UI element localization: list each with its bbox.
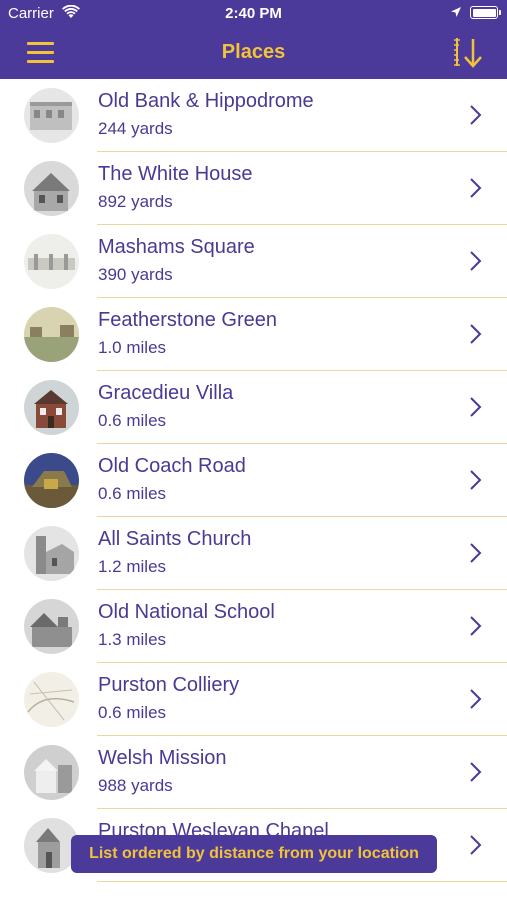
list-item[interactable]: Featherstone Green 1.0 miles xyxy=(0,298,507,371)
list-item[interactable]: All Saints Church 1.2 miles xyxy=(0,517,507,590)
list-item[interactable]: Old Coach Road 0.6 miles xyxy=(0,444,507,517)
page-title: Places xyxy=(221,41,286,63)
place-distance: 1.0 miles xyxy=(98,338,167,357)
sort-toast: List ordered by distance from your locat… xyxy=(71,835,437,873)
chevron-right-icon xyxy=(470,762,482,782)
place-distance: 390 yards xyxy=(98,265,173,284)
place-distance: 1.3 miles xyxy=(98,630,167,649)
battery-icon xyxy=(470,6,501,19)
list-item[interactable]: The White House 892 yards xyxy=(0,152,507,225)
place-distance: 988 yards xyxy=(98,776,173,795)
place-name: The White House xyxy=(98,163,253,185)
chevron-right-icon xyxy=(470,543,482,563)
chevron-right-icon xyxy=(470,105,482,125)
chevron-right-icon xyxy=(470,324,482,344)
navigation-bar: Places xyxy=(0,28,507,79)
place-thumbnail xyxy=(24,672,79,727)
place-thumbnail xyxy=(24,599,79,654)
chevron-right-icon xyxy=(470,616,482,636)
location-arrow-icon xyxy=(451,7,461,17)
place-name: All Saints Church xyxy=(98,528,252,550)
place-thumbnail xyxy=(24,234,79,289)
clock: 2:40 PM xyxy=(225,5,282,22)
chevron-right-icon xyxy=(470,689,482,709)
place-distance: 244 yards xyxy=(98,119,173,138)
place-thumbnail xyxy=(24,88,79,143)
header-bar: Carrier 2:40 PM Places xyxy=(0,0,507,79)
sort-descending-icon[interactable] xyxy=(448,34,488,72)
chevron-right-icon xyxy=(470,178,482,198)
list-item[interactable]: Mashams Square 390 yards xyxy=(0,225,507,298)
place-thumbnail xyxy=(24,307,79,362)
place-thumbnail xyxy=(24,380,79,435)
place-thumbnail xyxy=(24,745,79,800)
place-name: Old Bank & Hippodrome xyxy=(98,90,314,112)
chevron-right-icon xyxy=(470,835,482,855)
status-bar: Carrier 2:40 PM xyxy=(0,0,507,28)
list-item[interactable]: Old National School 1.3 miles xyxy=(0,590,507,663)
row-separator xyxy=(97,881,507,882)
place-name: Purston Colliery xyxy=(98,674,240,696)
place-thumbnail xyxy=(24,453,79,508)
place-thumbnail xyxy=(24,161,79,216)
list-item[interactable]: Welsh Mission 988 yards xyxy=(0,736,507,809)
place-name: Gracedieu Villa xyxy=(98,382,234,404)
place-name: Old National School xyxy=(98,601,275,623)
chevron-right-icon xyxy=(470,470,482,490)
place-name: Mashams Square xyxy=(98,236,255,258)
chevron-right-icon xyxy=(470,251,482,271)
place-distance: 1.2 miles xyxy=(98,557,167,576)
place-distance: 0.6 miles xyxy=(98,484,167,503)
place-distance: 0.6 miles xyxy=(98,703,167,722)
place-name: Old Coach Road xyxy=(98,455,246,477)
chevron-right-icon xyxy=(470,397,482,417)
list-item[interactable]: Purston Colliery 0.6 miles xyxy=(0,663,507,736)
place-name: Welsh Mission xyxy=(98,747,227,769)
place-name: Featherstone Green xyxy=(98,309,277,331)
list-item[interactable]: Old Bank & Hippodrome 244 yards xyxy=(0,79,507,152)
place-thumbnail xyxy=(24,526,79,581)
list-item[interactable]: Gracedieu Villa 0.6 miles xyxy=(0,371,507,444)
place-distance: 892 yards xyxy=(98,192,173,211)
place-distance: 0.6 miles xyxy=(98,411,167,430)
